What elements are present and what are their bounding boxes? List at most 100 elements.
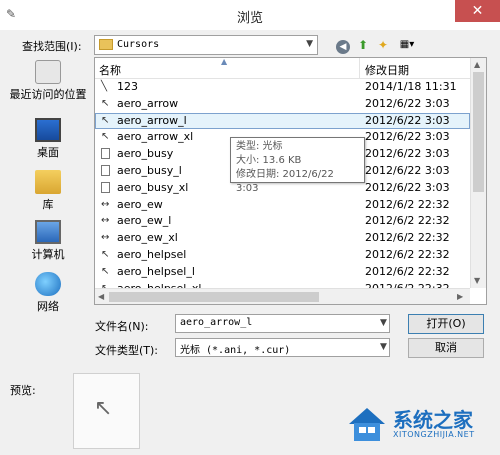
scroll-up-icon[interactable]: ▲ bbox=[474, 60, 480, 69]
column-divider[interactable] bbox=[359, 58, 360, 78]
file-date: 2012/6/22 3:03 bbox=[365, 180, 450, 194]
file-date: 2012/6/2 22:32 bbox=[365, 247, 450, 261]
place-recent[interactable]: 最近访问的位置 bbox=[6, 60, 90, 102]
scroll-left-icon[interactable]: ◀ bbox=[98, 292, 104, 301]
list-header: 名称 ▲ 修改日期 bbox=[95, 58, 470, 79]
file-name: aero_helpsel_l bbox=[117, 264, 195, 278]
file-date: 2012/6/22 3:03 bbox=[365, 163, 450, 177]
place-computer[interactable]: 计算机 bbox=[6, 220, 90, 262]
back-button[interactable]: ◀ bbox=[334, 36, 352, 54]
back-arrow-icon: ◀ bbox=[336, 40, 350, 54]
close-button[interactable]: ✕ bbox=[455, 0, 500, 22]
filename-input[interactable]: aero_arrow_l bbox=[175, 314, 390, 333]
file-name: aero_busy bbox=[117, 147, 174, 161]
filename-label: 文件名(N): bbox=[95, 320, 149, 333]
desktop-icon bbox=[35, 118, 61, 142]
computer-icon bbox=[35, 220, 61, 244]
open-button[interactable]: 打开(O) bbox=[408, 314, 484, 334]
cancel-button[interactable]: 取消 bbox=[408, 338, 484, 358]
cursor-file-icon: ↖ bbox=[101, 265, 110, 277]
file-row[interactable]: ╲ 123 2014/1/18 11:31 bbox=[95, 79, 470, 96]
chevron-down-icon[interactable]: ▼ bbox=[380, 342, 387, 352]
filetype-label: 文件类型(T): bbox=[95, 344, 159, 357]
file-date: 2012/6/2 22:32 bbox=[365, 231, 450, 245]
cursor-file-icon: ↔ bbox=[101, 215, 110, 227]
file-row[interactable]: ↖ aero_helpsel 2012/6/2 22:32 bbox=[95, 247, 470, 264]
tooltip-size: 大小: 13.6 KB bbox=[236, 155, 302, 166]
house-logo-icon bbox=[349, 408, 385, 441]
file-date: 2012/6/2 22:32 bbox=[365, 264, 450, 278]
tooltip-date: 修改日期: 2012/6/22 3:03 bbox=[236, 169, 334, 194]
column-header-date[interactable]: 修改日期 bbox=[365, 62, 409, 78]
horizontal-scrollbar[interactable]: ◀ ▶ bbox=[95, 288, 470, 304]
cursor-file-icon bbox=[101, 164, 113, 177]
file-name: aero_busy_xl bbox=[117, 180, 189, 194]
scroll-down-icon[interactable]: ▼ bbox=[474, 276, 480, 285]
file-info-tooltip: 类型: 光标 大小: 13.6 KB 修改日期: 2012/6/22 3:03 bbox=[230, 137, 365, 194]
file-row[interactable]: ↔ aero_ew_xl 2012/6/2 22:32 bbox=[95, 230, 470, 247]
file-row[interactable]: ↔ aero_ew 2012/6/2 22:32 bbox=[95, 197, 470, 214]
new-folder-button[interactable]: ✦ bbox=[374, 36, 392, 54]
up-folder-button[interactable]: ⬆ bbox=[354, 36, 372, 54]
cursor-file-icon: ↖ bbox=[101, 97, 110, 109]
cursor-file-icon: ↖ bbox=[101, 114, 110, 126]
place-label: 计算机 bbox=[31, 248, 65, 261]
scroll-right-icon[interactable]: ▶ bbox=[457, 292, 463, 301]
watermark-text: 系统之家 bbox=[393, 408, 473, 432]
title-bar[interactable]: ✎ 浏览 ✕ bbox=[0, 0, 500, 30]
cursor-file-icon bbox=[101, 181, 113, 194]
file-name: aero_arrow bbox=[117, 96, 179, 110]
cursor-preview-icon: ↖ bbox=[94, 396, 113, 421]
window-title: 浏览 bbox=[236, 11, 263, 26]
file-name: aero_arrow_xl bbox=[117, 130, 194, 144]
place-label: 库 bbox=[42, 198, 54, 211]
look-in-label: 查找范围(I): bbox=[22, 40, 82, 53]
tooltip-type: 类型: 光标 bbox=[236, 141, 283, 152]
recent-places-icon bbox=[35, 60, 61, 84]
library-icon bbox=[35, 170, 61, 194]
vertical-scrollbar[interactable]: ▲ ▼ bbox=[470, 58, 486, 288]
cursor-file-icon: ╲ bbox=[101, 81, 108, 92]
file-date: 2012/6/2 22:32 bbox=[365, 197, 450, 211]
cursor-file-icon bbox=[101, 148, 113, 160]
document-icon bbox=[101, 148, 110, 160]
horizontal-scroll-thumb[interactable] bbox=[109, 292, 319, 302]
cursor-file-icon: ↖ bbox=[101, 248, 110, 260]
file-name: aero_helpsel bbox=[117, 247, 187, 261]
look-in-combo[interactable]: Cursors ▼ bbox=[94, 35, 318, 55]
file-date: 2012/6/22 3:03 bbox=[365, 147, 450, 161]
file-row[interactable]: ↖ aero_helpsel_l 2012/6/2 22:32 bbox=[95, 264, 470, 281]
preview-label: 预览: bbox=[10, 384, 36, 397]
look-in-value: Cursors bbox=[117, 39, 160, 50]
file-date: 2012/6/22 3:03 bbox=[365, 130, 450, 144]
file-row[interactable]: ↔ aero_ew_l 2012/6/2 22:32 bbox=[95, 213, 470, 230]
chevron-down-icon[interactable]: ▼ bbox=[380, 318, 387, 328]
file-row[interactable]: ↖ aero_arrow_l 2012/6/22 3:03 bbox=[95, 112, 470, 130]
places-bar: 最近访问的位置 桌面 库 计算机 网络 bbox=[6, 58, 90, 320]
place-desktop[interactable]: 桌面 bbox=[6, 118, 90, 160]
filetype-select[interactable]: 光标 (*.ani, *.cur) bbox=[175, 338, 390, 357]
chevron-down-icon[interactable]: ▼ bbox=[306, 39, 313, 49]
watermark: 系统之家 XITONGZHIJIA.NET bbox=[345, 400, 500, 455]
file-date: 2012/6/22 3:03 bbox=[365, 113, 450, 127]
file-date: 2014/1/18 11:31 bbox=[365, 80, 457, 93]
place-library[interactable]: 库 bbox=[6, 170, 90, 212]
sort-ascending-icon: ▲ bbox=[221, 57, 228, 66]
place-network[interactable]: 网络 bbox=[6, 272, 90, 314]
folder-icon bbox=[99, 39, 113, 50]
cursor-file-icon: ↔ bbox=[101, 232, 110, 244]
cursor-file-icon: ↔ bbox=[101, 198, 110, 210]
network-icon bbox=[35, 272, 61, 296]
file-name: aero_ew bbox=[117, 197, 163, 211]
document-icon bbox=[101, 181, 110, 193]
document-icon bbox=[101, 164, 110, 176]
file-row[interactable]: ↖ aero_arrow 2012/6/22 3:03 bbox=[95, 96, 470, 113]
file-date: 2012/6/2 22:32 bbox=[365, 214, 450, 228]
vertical-scroll-thumb[interactable] bbox=[473, 72, 484, 192]
browse-dialog: ✎ 浏览 ✕ 查找范围(I): Cursors ▼ ◀ ⬆ ✦ ▦▾ 最近访问的… bbox=[0, 0, 500, 455]
file-name: 123 bbox=[117, 80, 138, 93]
cursor-file-icon: ↖ bbox=[101, 131, 110, 143]
place-label: 网络 bbox=[37, 300, 59, 313]
view-menu-button[interactable]: ▦▾ bbox=[395, 36, 419, 54]
column-header-name[interactable]: 名称 bbox=[99, 62, 121, 78]
